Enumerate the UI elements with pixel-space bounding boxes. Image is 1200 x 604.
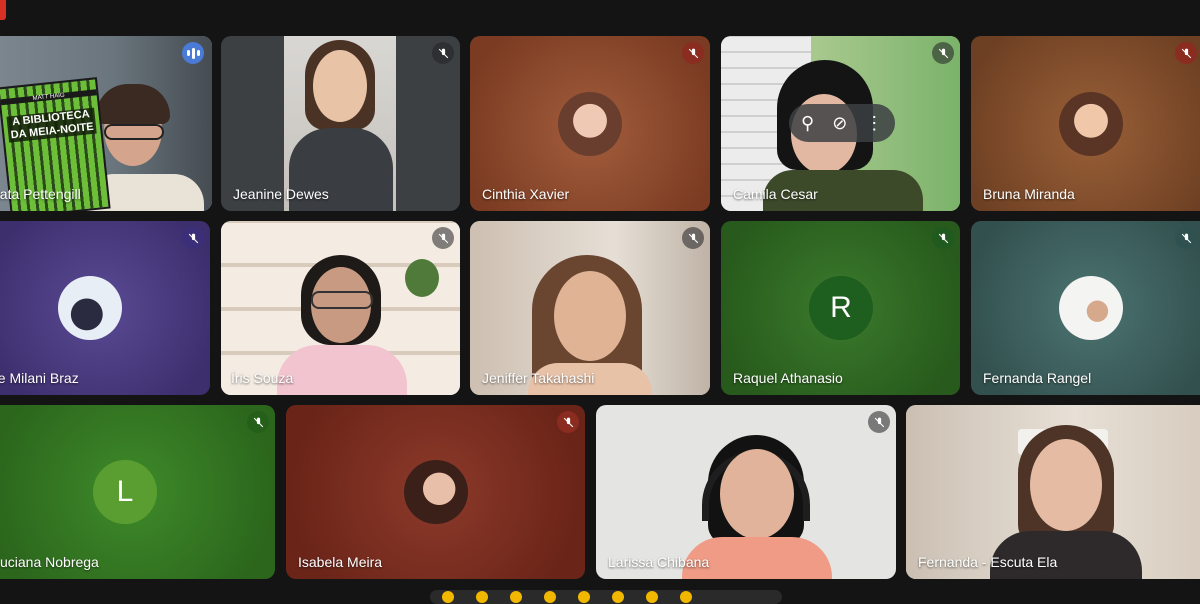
- participant-initial-avatar: R: [809, 276, 873, 340]
- participant-initial-avatar: L: [93, 460, 157, 524]
- mic-off-icon: [932, 42, 954, 64]
- plant: [405, 259, 439, 297]
- participant-tile[interactable]: MATT HAIG A BIBLIOTECA DA MEIA-NOITE nat…: [0, 36, 212, 211]
- mic-off-icon: [182, 227, 204, 249]
- more-options-icon[interactable]: ⋮: [865, 114, 883, 132]
- mic-off-icon[interactable]: ⊘: [832, 114, 847, 132]
- participant-name: Cinthia Xavier: [482, 186, 570, 202]
- reaction-emoji-icon[interactable]: [578, 591, 590, 603]
- mic-off-icon: [682, 42, 704, 64]
- mic-off-icon: [247, 411, 269, 433]
- participant-name: Isabela Meira: [298, 554, 383, 570]
- book-title: A BIBLIOTECA DA MEIA-NOITE: [6, 107, 97, 143]
- pin-icon[interactable]: ⚲: [801, 114, 814, 132]
- participant-tile[interactable]: Jeniffer Takahashi: [470, 221, 710, 395]
- person-head: [720, 449, 794, 539]
- participant-name: Fernanda - Escuta Ela: [918, 554, 1058, 570]
- mic-off-icon: [432, 42, 454, 64]
- person-head: [554, 271, 626, 361]
- person-head: [1030, 439, 1102, 531]
- book-author: MATT HAIG: [0, 89, 97, 106]
- reaction-emoji-icon[interactable]: [646, 591, 658, 603]
- mic-off-icon: [1175, 42, 1197, 64]
- participant-name: Larissa Chibana: [608, 554, 710, 570]
- participant-name: ne Milani Braz: [0, 370, 79, 386]
- mic-off-icon: [1175, 227, 1197, 249]
- recording-indicator: [0, 0, 6, 20]
- participant-tile[interactable]: L uciana Nobrega: [0, 405, 275, 579]
- participant-tile[interactable]: Fernanda - Escuta Ela: [906, 405, 1200, 579]
- mic-off-icon: [682, 227, 704, 249]
- reaction-emoji-icon[interactable]: [680, 591, 692, 603]
- participant-tile[interactable]: Isabela Meira: [286, 405, 585, 579]
- reaction-emoji-icon[interactable]: [442, 591, 454, 603]
- participant-name: Jeanine Dewes: [233, 186, 329, 202]
- reaction-emoji-icon[interactable]: [612, 591, 624, 603]
- participant-tile[interactable]: R Raquel Athanasio: [721, 221, 960, 395]
- mic-off-icon: [868, 411, 890, 433]
- speaking-icon: [182, 42, 204, 64]
- participant-name: Íris Souza: [231, 370, 294, 386]
- reaction-emoji-icon[interactable]: [544, 591, 556, 603]
- participant-avatar: [404, 460, 468, 524]
- participant-name: Camila Cesar: [733, 186, 818, 202]
- participant-tile[interactable]: ne Milani Braz: [0, 221, 210, 395]
- participant-tile[interactable]: Larissa Chibana: [596, 405, 896, 579]
- mic-off-icon: [932, 227, 954, 249]
- participant-avatar: [1059, 92, 1123, 156]
- participant-name: Bruna Miranda: [983, 186, 1075, 202]
- mic-off-icon: [432, 227, 454, 249]
- participant-name: Jeniffer Takahashi: [482, 370, 595, 386]
- participant-tile[interactable]: Fernanda Rangel: [971, 221, 1200, 395]
- glasses-icon: [311, 291, 373, 309]
- participant-tile[interactable]: Bruna Miranda: [971, 36, 1200, 211]
- participant-name: nata Pettengill: [0, 186, 81, 202]
- participant-name: Raquel Athanasio: [733, 370, 843, 386]
- reaction-emoji-icon[interactable]: [476, 591, 488, 603]
- tile-hover-controls[interactable]: ⚲ ⊘ ⋮: [789, 104, 896, 142]
- participant-avatar: [58, 276, 122, 340]
- reactions-bar[interactable]: [430, 590, 782, 604]
- reaction-emoji-icon[interactable]: [510, 591, 522, 603]
- person-head: [313, 50, 367, 122]
- participant-name: Fernanda Rangel: [983, 370, 1092, 386]
- participant-tile[interactable]: Cinthia Xavier: [470, 36, 710, 211]
- participant-tile[interactable]: Jeanine Dewes: [221, 36, 460, 211]
- participant-avatar: [1059, 276, 1123, 340]
- participant-tile[interactable]: Íris Souza: [221, 221, 460, 395]
- participant-avatar: [558, 92, 622, 156]
- mic-off-icon: [557, 411, 579, 433]
- participant-name: uciana Nobrega: [0, 554, 99, 570]
- person-body: [277, 345, 407, 395]
- participant-tile[interactable]: ⚲ ⊘ ⋮ Camila Cesar: [721, 36, 960, 211]
- glasses-icon: [104, 124, 164, 140]
